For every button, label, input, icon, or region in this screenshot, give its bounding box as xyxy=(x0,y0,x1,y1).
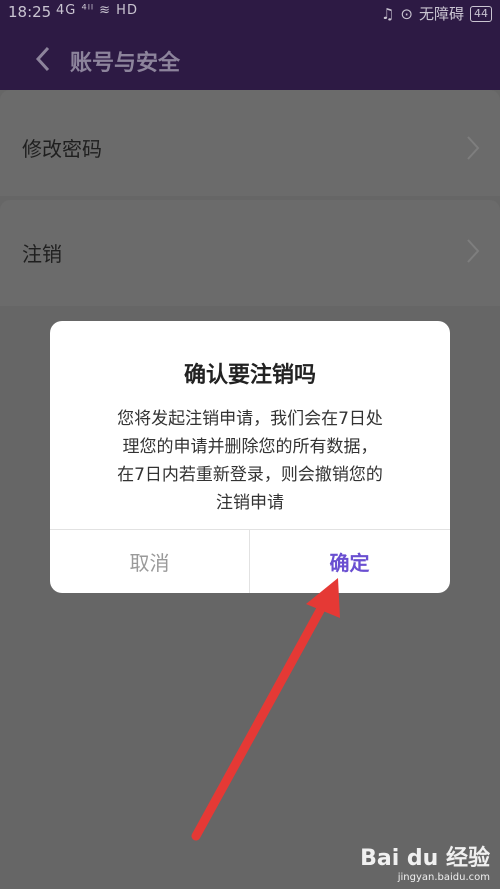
confirm-button[interactable]: 确定 xyxy=(250,530,449,593)
dialog-message-line: 在7日内若重新登录，则会撤销您的 xyxy=(117,465,383,485)
watermark-brand: Bai du 经验 xyxy=(360,846,490,871)
dialog-message-line: 理您的申请并删除您的所有数据， xyxy=(122,437,378,457)
watermark: Bai du 经验 jingyan.baidu.com xyxy=(360,840,490,883)
chevron-right-icon xyxy=(467,136,480,160)
network-label: 无障碍 xyxy=(418,5,464,23)
settings-item-label: 注销 xyxy=(22,242,62,266)
battery-icon: 44 xyxy=(470,5,492,22)
location-icon: ⊙ xyxy=(400,4,413,23)
settings-list: 修改密码 注销 xyxy=(0,90,500,306)
status-time: 18:25 xyxy=(8,3,52,21)
bell-icon: ♫ xyxy=(380,4,395,23)
settings-item-label: 修改密码 xyxy=(22,137,102,161)
back-arrow-icon[interactable] xyxy=(32,45,56,73)
watermark-url: jingyan.baidu.com xyxy=(397,872,490,883)
settings-item-deactivate[interactable]: 注销 xyxy=(0,200,500,306)
status-bar: 18:25 4G ⁴ˡˡ ≋ HD ♫ ⊙ 无障碍 44 xyxy=(0,0,500,26)
settings-item-change-password[interactable]: 修改密码 xyxy=(0,90,500,196)
chevron-right-icon xyxy=(467,239,480,263)
dialog-message-line: 您将发起注销申请，我们会在7日处 xyxy=(117,409,383,429)
signal-icons: 4G ⁴ˡˡ ≋ HD xyxy=(56,3,138,18)
page-title: 账号与安全 xyxy=(70,51,181,76)
dialog-title: 确认要注销吗 xyxy=(183,363,316,388)
dialog-message: 您将发起注销申请，我们会在7日处 理您的申请并删除您的所有数据， 在7日内若重新… xyxy=(80,405,420,517)
app-header: 18:25 4G ⁴ˡˡ ≋ HD ♫ ⊙ 无障碍 44 账号与安全 xyxy=(0,0,500,90)
dialog-message-line: 注销申请 xyxy=(216,493,284,513)
status-right: ♫ ⊙ 无障碍 44 xyxy=(381,3,492,24)
confirm-dialog: 确认要注销吗 您将发起注销申请，我们会在7日处 理您的申请并删除您的所有数据， … xyxy=(50,321,450,593)
cancel-button[interactable]: 取消 xyxy=(50,530,249,593)
